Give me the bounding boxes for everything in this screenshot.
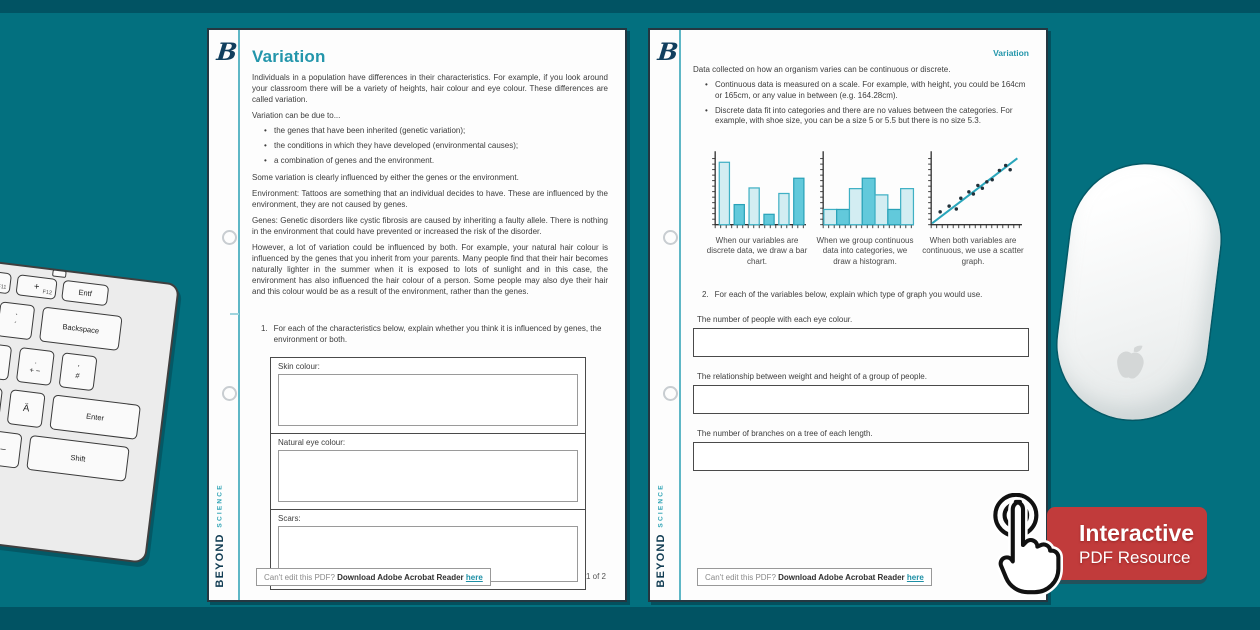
question-1: 1. For each of the characteristics below… bbox=[252, 323, 608, 345]
chart-caption: When our variables are discrete data, we… bbox=[705, 236, 809, 268]
brand-sub: SCIENCE bbox=[658, 483, 665, 527]
keyboard-key: +F12 bbox=[15, 274, 57, 300]
answer-table: Skin colour: Natural eye colour: Scars: bbox=[270, 357, 586, 590]
question-2: 2. For each of the variables below, expl… bbox=[693, 289, 1029, 300]
footer-bold-text: Download Adobe Acrobat Reader bbox=[778, 573, 907, 582]
brand-name: BEYOND bbox=[214, 534, 226, 588]
keyboard-key: −F11 bbox=[0, 269, 12, 295]
interactive-badge: Interactive PDF Resource bbox=[1047, 507, 1207, 580]
badge-title: Interactive bbox=[1079, 520, 1207, 547]
answer-section-eye-colour: Natural eye colour: bbox=[271, 433, 585, 509]
histogram-svg bbox=[814, 147, 916, 231]
center-mark bbox=[230, 313, 239, 315]
sidebar-divider-line bbox=[679, 30, 681, 600]
keyboard-key: Shift bbox=[26, 435, 130, 482]
bullet-list: Continuous data is measured on a scale. … bbox=[705, 80, 1029, 127]
keyboard-key: Ä bbox=[7, 389, 46, 428]
answer-section-skin-colour: Skin colour: bbox=[271, 358, 585, 433]
brand-vertical-text: BEYOND SCIENCE bbox=[655, 483, 667, 588]
variation-header-label: Variation bbox=[993, 48, 1029, 58]
question-text: For each of the characteristics below, e… bbox=[274, 323, 608, 345]
field-label: Natural eye colour: bbox=[278, 438, 578, 447]
keyboard-key: Entf bbox=[61, 280, 109, 306]
question-number: 1. bbox=[261, 323, 268, 345]
footer-text: Can't edit this PDF? bbox=[705, 573, 778, 582]
bullet-item: Discrete data fit into categories and th… bbox=[705, 106, 1029, 127]
paragraph: Environment: Tattoos are something that … bbox=[252, 188, 608, 210]
field-group-branches: The number of branches on a tree of each… bbox=[693, 429, 1029, 471]
paragraph: Variation can be due to... bbox=[252, 110, 608, 121]
paragraph: Individuals in a population have differe… bbox=[252, 72, 608, 105]
page-number: 1 of 2 bbox=[586, 572, 606, 581]
chart-caption: When we group continuous data into categ… bbox=[813, 236, 917, 268]
keyboard-key: Enter bbox=[49, 394, 141, 439]
footer-bold-text: Download Adobe Acrobat Reader bbox=[337, 573, 466, 582]
answer-field-eye-colour[interactable] bbox=[278, 450, 578, 502]
field-label: Scars: bbox=[278, 514, 578, 523]
answer-field-weight-height[interactable] bbox=[693, 385, 1029, 414]
figure-histogram: When we group continuous data into categ… bbox=[813, 147, 917, 268]
keyboard-key: Ö bbox=[0, 384, 3, 423]
hole-punch-icon bbox=[222, 230, 237, 245]
scatter-graph-svg bbox=[922, 147, 1024, 231]
chart-caption: When both variables are continuous, we u… bbox=[921, 236, 1025, 268]
sidebar-divider-line bbox=[238, 30, 240, 600]
keyboard-key: – bbox=[0, 430, 23, 469]
page-title: Variation bbox=[252, 47, 608, 67]
question-number: 2. bbox=[702, 289, 709, 300]
hole-punch-icon bbox=[222, 386, 237, 401]
brand-sub: SCIENCE bbox=[217, 483, 224, 527]
keyboard-key-sublabel: F12 bbox=[42, 290, 52, 297]
hole-punch-icon bbox=[663, 386, 678, 401]
footer-note: Can't edit this PDF? Download Adobe Acro… bbox=[256, 568, 491, 586]
bar-chart-svg bbox=[706, 147, 808, 231]
apple-logo-icon bbox=[1111, 340, 1150, 384]
figure-bar-chart: When our variables are discrete data, we… bbox=[705, 147, 809, 268]
field-label: The relationship between weight and heig… bbox=[697, 372, 1029, 381]
footer-text: Can't edit this PDF? bbox=[264, 573, 337, 582]
keyboard-key-sublabel: F11 bbox=[0, 284, 7, 291]
footer-note: Can't edit this PDF? Download Adobe Acro… bbox=[697, 568, 932, 586]
top-background-band bbox=[0, 0, 1260, 13]
bullet-item: the conditions in which they have develo… bbox=[264, 141, 608, 152]
bullet-item: the genes that have been inherited (gene… bbox=[264, 126, 608, 137]
keyboard-key: ' # bbox=[59, 352, 98, 391]
field-group-eye-colour: The number of people with each eye colou… bbox=[693, 315, 1029, 357]
field-label: The number of branches on a tree of each… bbox=[697, 429, 1029, 438]
answer-field-eye-colour-count[interactable] bbox=[693, 328, 1029, 357]
bullet-item: a combination of genes and the environme… bbox=[264, 156, 608, 167]
mouse bbox=[1049, 156, 1229, 428]
badge-subtitle: PDF Resource bbox=[1079, 548, 1207, 568]
tap-hand-icon bbox=[981, 493, 1063, 597]
hole-punch-icon bbox=[663, 230, 678, 245]
brand-name: BEYOND bbox=[655, 534, 667, 588]
keyboard-key: · + − bbox=[16, 347, 55, 386]
field-label: Skin colour: bbox=[278, 362, 578, 371]
field-label: The number of people with each eye colou… bbox=[697, 315, 1029, 324]
answer-field-skin-colour[interactable] bbox=[278, 374, 578, 426]
paragraph: Data collected on how an organism varies… bbox=[693, 64, 1029, 75]
brand-vertical-text: BEYOND SCIENCE bbox=[214, 483, 226, 588]
download-here-link[interactable]: here bbox=[907, 573, 924, 582]
bottom-background-band bbox=[0, 607, 1260, 630]
answer-field-branch-length[interactable] bbox=[693, 442, 1029, 471]
keyboard-key: ` ´ bbox=[0, 301, 35, 340]
bullet-item: Continuous data is measured on a scale. … bbox=[705, 80, 1029, 101]
keyboard: ▸▸F10−F11+F12Entf? ß` ´BackspacePÜ· + −'… bbox=[0, 239, 180, 564]
paragraph: Genes: Genetic disorders like cystic fib… bbox=[252, 215, 608, 237]
question-text: For each of the variables below, explain… bbox=[715, 289, 983, 300]
pdf-page-1: B BEYOND SCIENCE Variation Individuals i… bbox=[207, 28, 627, 602]
paragraph: However, a lot of variation could be inf… bbox=[252, 242, 608, 297]
beyond-logo: B bbox=[656, 38, 681, 66]
keyboard-key: Backspace bbox=[39, 307, 123, 351]
figure-scatter-graph: When both variables are continuous, we u… bbox=[921, 147, 1025, 268]
paragraph: Some variation is clearly influenced by … bbox=[252, 172, 608, 183]
beyond-logo: B bbox=[215, 38, 240, 66]
bullet-list: the genes that have been inherited (gene… bbox=[264, 126, 608, 167]
keyboard-media-icon bbox=[52, 269, 67, 278]
keyboard-key: Ü bbox=[0, 342, 12, 381]
download-here-link[interactable]: here bbox=[466, 573, 483, 582]
field-group-weight-height: The relationship between weight and heig… bbox=[693, 372, 1029, 414]
charts-row: When our variables are discrete data, we… bbox=[705, 147, 1025, 268]
